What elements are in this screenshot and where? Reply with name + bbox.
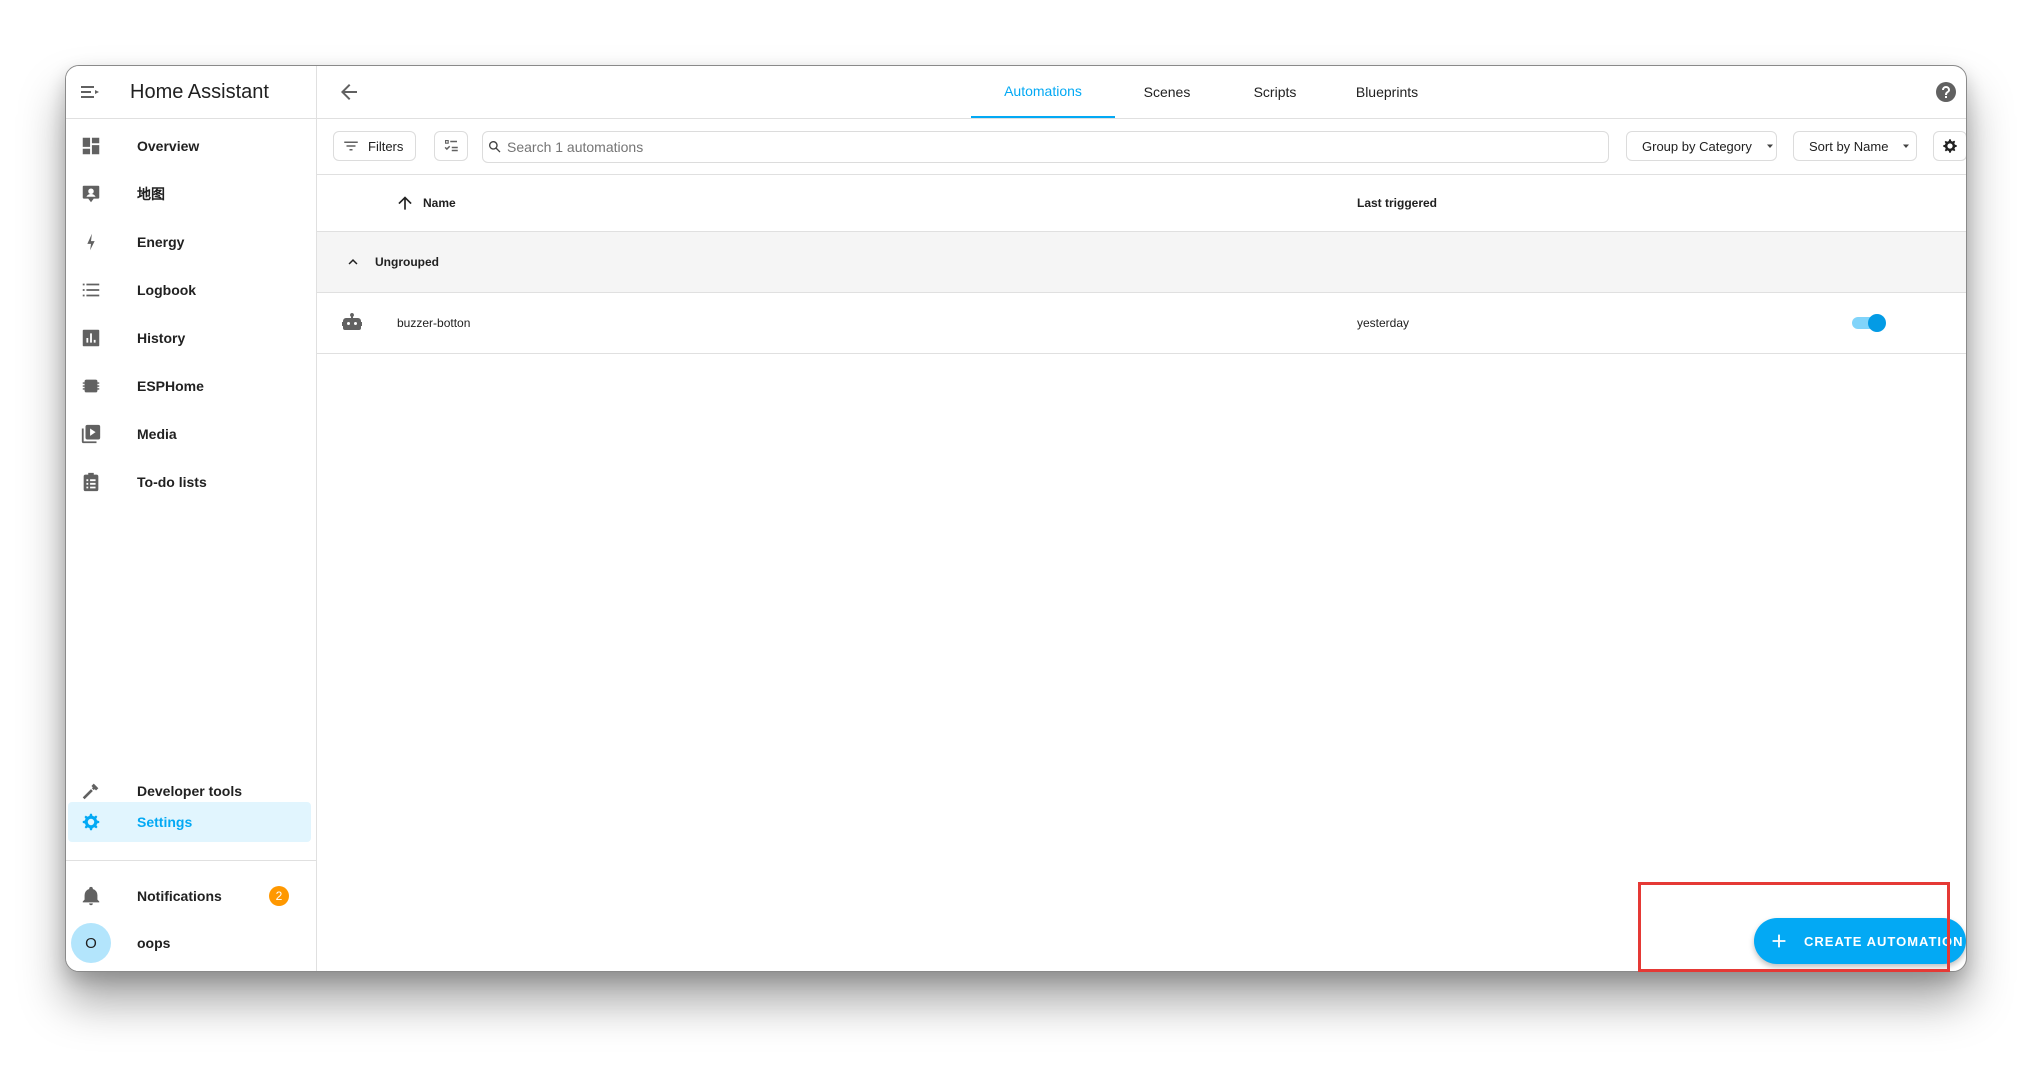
- sidebar-item-label: Developer tools: [137, 783, 243, 799]
- bell-icon: [70, 885, 112, 907]
- filters-button[interactable]: Filters: [333, 131, 416, 161]
- sidebar-item-todo-lists[interactable]: To-do lists: [68, 462, 311, 502]
- last-triggered-column-header[interactable]: Last triggered: [1357, 174, 1437, 231]
- toolbar: Filters Group by Category Sort b: [317, 118, 1966, 175]
- filters-label: Filters: [368, 138, 404, 154]
- sidebar-item-label: To-do lists: [137, 474, 207, 490]
- checklist-icon: [442, 137, 460, 155]
- lightning-bolt-icon: [70, 231, 112, 253]
- automation-toggle[interactable]: [1850, 314, 1886, 332]
- app-window: Home Assistant Overview 地图 Energy Logboo…: [65, 65, 1967, 972]
- automation-name: buzzer-botton: [397, 316, 471, 330]
- chip-icon: [70, 375, 112, 397]
- help-icon[interactable]: [1934, 80, 1958, 109]
- gear-icon: [1941, 137, 1959, 155]
- map-icon: [70, 183, 112, 205]
- table-header: Name Last triggered: [317, 174, 1966, 232]
- list-icon: [70, 279, 112, 301]
- sidebar-item-label: Overview: [137, 138, 200, 154]
- main-content: Automations Scenes Scripts Blueprints Fi…: [317, 66, 1966, 971]
- tab-scenes[interactable]: Scenes: [1127, 66, 1207, 118]
- clipboard-list-icon: [70, 471, 112, 493]
- robot-icon: [340, 293, 364, 353]
- group-by-label: Group by Category: [1642, 138, 1752, 154]
- sidebar-item-history[interactable]: History: [68, 318, 311, 358]
- toggle-knob: [1868, 314, 1886, 332]
- group-label: Ungrouped: [375, 255, 439, 269]
- sort-by-select[interactable]: Sort by Name: [1793, 131, 1917, 161]
- sidebar-item-label: Logbook: [137, 282, 197, 298]
- dropdown-arrow-icon: [1900, 140, 1912, 152]
- chart-box-icon: [70, 327, 112, 349]
- name-column-label: Name: [423, 195, 456, 210]
- group-header-row[interactable]: Ungrouped: [317, 232, 1966, 293]
- sidebar-item-label: Energy: [137, 234, 185, 250]
- sidebar-item-label: History: [137, 330, 186, 346]
- table-settings-button[interactable]: [1933, 131, 1966, 161]
- search-input[interactable]: [503, 139, 1608, 155]
- cog-icon: [70, 811, 112, 833]
- selection-mode-button[interactable]: [434, 131, 468, 161]
- app-title: Home Assistant: [130, 80, 269, 103]
- sidebar-item-user[interactable]: O oops: [68, 923, 311, 963]
- sidebar-item-label: Media: [137, 426, 177, 442]
- last-triggered-value: yesterday: [1357, 316, 1410, 330]
- filter-icon: [342, 137, 360, 155]
- avatar: O: [71, 923, 111, 963]
- menu-collapse-icon[interactable]: [66, 80, 114, 104]
- sidebar-item-label: 地图: [137, 186, 165, 202]
- sidebar-item-media[interactable]: Media: [68, 414, 311, 454]
- name-column-header[interactable]: Name: [395, 174, 456, 231]
- sidebar-item-logbook[interactable]: Logbook: [68, 270, 311, 310]
- top-bar: Automations Scenes Scripts Blueprints: [317, 66, 1966, 119]
- sidebar-item-notifications[interactable]: Notifications 2: [68, 876, 311, 916]
- sort-by-label: Sort by Name: [1809, 138, 1889, 154]
- tab-blueprints[interactable]: Blueprints: [1337, 66, 1437, 118]
- sort-ascending-icon: [395, 193, 415, 213]
- sidebar-header: Home Assistant: [66, 66, 316, 119]
- sidebar-item-overview[interactable]: Overview: [68, 126, 311, 166]
- sidebar-item-label: Settings: [137, 814, 193, 830]
- search-box: [482, 131, 1609, 163]
- sidebar-divider: [66, 860, 316, 861]
- sidebar-item-esphome[interactable]: ESPHome: [68, 366, 311, 406]
- back-arrow-icon[interactable]: [337, 80, 361, 109]
- sidebar-item-energy[interactable]: Energy: [68, 222, 311, 262]
- notification-count-badge: 2: [269, 886, 289, 906]
- annotation-highlight-box: [1638, 882, 1950, 972]
- dashboard-icon: [70, 135, 112, 157]
- group-by-select[interactable]: Group by Category: [1626, 131, 1777, 161]
- sidebar: Home Assistant Overview 地图 Energy Logboo…: [66, 66, 317, 971]
- sidebar-item-map[interactable]: 地图: [68, 174, 311, 214]
- user-name: oops: [137, 935, 171, 951]
- sidebar-item-label: Notifications: [137, 888, 222, 904]
- dropdown-arrow-icon: [1764, 140, 1776, 152]
- sidebar-item-settings[interactable]: Settings: [68, 802, 311, 842]
- hammer-icon: [70, 780, 112, 802]
- tab-automations[interactable]: Automations: [971, 66, 1115, 118]
- tab-scripts[interactable]: Scripts: [1235, 66, 1315, 118]
- avatar-wrapper: O: [70, 923, 112, 963]
- play-box-icon: [70, 423, 112, 445]
- sidebar-item-label: ESPHome: [137, 378, 204, 394]
- search-icon: [487, 139, 503, 155]
- table-row[interactable]: buzzer-botton yesterday: [317, 293, 1966, 354]
- chevron-up-icon: [344, 253, 362, 271]
